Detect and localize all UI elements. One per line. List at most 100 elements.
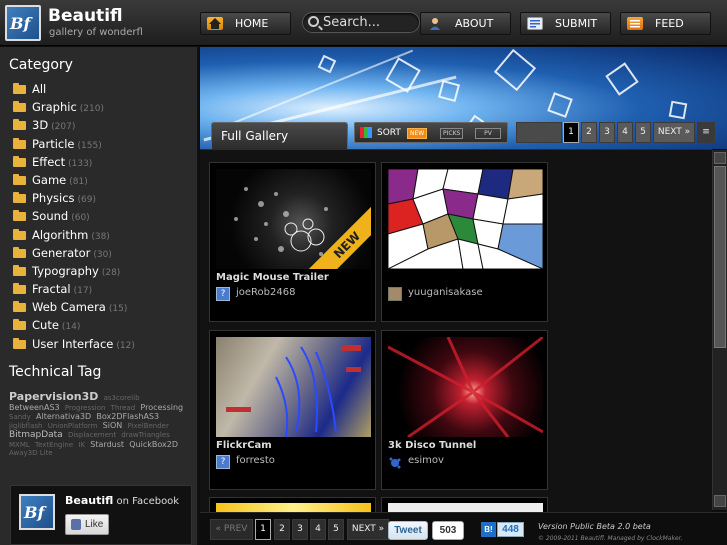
page-2-button[interactable]: 2 <box>581 122 597 143</box>
tag-link[interactable]: Processing <box>140 403 183 412</box>
submit-button[interactable]: SUBMIT <box>520 12 611 35</box>
tag-link[interactable]: TextEngine <box>35 441 73 449</box>
scroll-down-arrow[interactable] <box>714 495 726 507</box>
vertical-scrollbar[interactable] <box>712 150 727 510</box>
site-title[interactable]: Beautifl <box>48 6 123 26</box>
tag-link[interactable]: BetweenAS3 <box>9 403 60 412</box>
folder-icon <box>13 337 26 349</box>
card-thumbnail[interactable] <box>388 337 543 437</box>
gallery-card[interactable]: FlickrCam ? forresto <box>209 330 376 490</box>
hatena-bookmark-icon[interactable]: B! <box>481 522 496 537</box>
tag-link[interactable]: UnionPlatform <box>48 422 98 430</box>
tweet-button[interactable]: Tweet <box>388 521 428 540</box>
page-2-button[interactable]: 2 <box>274 519 290 540</box>
page-1-button[interactable]: 1 <box>255 519 271 540</box>
card-thumbnail[interactable] <box>388 169 543 269</box>
category-count: (15) <box>108 304 128 315</box>
tab-full-gallery[interactable]: Full Gallery <box>211 122 348 149</box>
category-item-effect[interactable]: Effect (133) <box>13 155 135 173</box>
category-item-algorithm[interactable]: Algorithm (38) <box>13 228 135 246</box>
category-item-fractal[interactable]: Fractal (17) <box>13 282 135 300</box>
page-3-button[interactable]: 3 <box>292 519 308 540</box>
tag-link[interactable]: as3corelib <box>104 394 140 402</box>
next-page-button[interactable]: NEXT » <box>653 122 695 143</box>
page-5-button[interactable]: 5 <box>328 519 344 540</box>
tag-link[interactable]: IK <box>78 441 85 449</box>
category-item-web-camera[interactable]: Web Camera (15) <box>13 300 135 318</box>
card-thumbnail[interactable]: NEW <box>216 169 371 269</box>
facebook-page-text: Beautifl on Facebook <box>65 494 179 507</box>
gallery-card[interactable]: 3k Disco Tunnel esimov <box>381 330 548 490</box>
tag-link[interactable]: Alternativa3D <box>36 412 91 421</box>
card-thumbnail[interactable] <box>216 337 371 437</box>
card-user[interactable]: joeRob2468 <box>236 287 295 298</box>
scroll-up-arrow[interactable] <box>714 152 726 164</box>
sort-picks-button[interactable]: PICKS <box>440 128 464 139</box>
banner-square <box>547 92 573 118</box>
category-item-typography[interactable]: Typography (28) <box>13 264 135 282</box>
category-item-user-interface[interactable]: User Interface (12) <box>13 337 135 355</box>
tag-link[interactable]: MXML <box>9 441 30 449</box>
about-button[interactable]: ABOUT <box>420 12 511 35</box>
tag-link[interactable]: Away3D Lite <box>9 449 53 457</box>
tag-link[interactable]: drawTriangles <box>121 431 169 439</box>
sort-new-button[interactable]: NEW <box>407 128 428 139</box>
category-item-sound[interactable]: Sound (60) <box>13 209 135 227</box>
category-item-generator[interactable]: Generator (30) <box>13 246 135 264</box>
tag-link[interactable]: Sandy <box>9 413 31 421</box>
page-4-button[interactable]: 4 <box>617 122 633 143</box>
page-5-button[interactable]: 5 <box>635 122 651 143</box>
folder-icon <box>13 101 26 113</box>
card-title[interactable]: FlickrCam <box>216 440 272 451</box>
avatar <box>388 287 402 301</box>
category-item-3d[interactable]: 3D (207) <box>13 118 135 136</box>
sort-pv-button[interactable]: PV <box>475 128 501 139</box>
next-page-button[interactable]: NEXT » <box>347 519 389 540</box>
search-box[interactable] <box>302 12 420 33</box>
category-list: All Graphic (210) 3D (207) Particle (155) E… <box>13 82 135 355</box>
category-item-particle[interactable]: Particle (155) <box>13 137 135 155</box>
category-item-game[interactable]: Game (81) <box>13 173 135 191</box>
feed-button[interactable]: FEED <box>620 12 711 35</box>
search-input[interactable] <box>323 14 417 31</box>
tag-link[interactable]: Progression <box>65 404 106 412</box>
voronoi-thumbnail-art <box>388 169 543 269</box>
scroll-thumb[interactable] <box>714 166 726 348</box>
prev-page-button[interactable]: « PREV <box>210 519 253 540</box>
tag-link[interactable]: Displacement <box>68 431 116 439</box>
category-label: Graphic <box>32 100 77 115</box>
tag-link[interactable]: PixelBender <box>128 422 169 430</box>
facebook-page-name[interactable]: Beautifl <box>65 494 113 507</box>
tag-link[interactable]: Thread <box>111 404 135 412</box>
tag-link[interactable]: BitmapData <box>9 430 63 440</box>
gallery-card[interactable]: NEW Magic Mouse Trailer ? joeRob2468 <box>209 162 376 322</box>
version-text: Version Public Beta 2.0 beta <box>538 522 651 531</box>
tag-link[interactable]: jiglibflash <box>9 422 42 430</box>
card-title[interactable]: Magic Mouse Trailer <box>216 272 329 283</box>
home-button[interactable]: HOME <box>200 12 291 35</box>
facebook-page-logo[interactable]: Bf <box>19 494 55 530</box>
category-item-graphic[interactable]: Graphic (210) <box>13 100 135 118</box>
tag-link[interactable]: Papervision3D <box>9 390 98 403</box>
menu-icon[interactable]: ≡ <box>697 122 715 143</box>
card-user[interactable]: yuuganisakase <box>408 287 483 298</box>
card-title[interactable]: 3k Disco Tunnel <box>388 440 476 451</box>
category-item-all[interactable]: All <box>13 82 135 100</box>
tag-link[interactable]: QuickBox2D <box>129 440 178 449</box>
facebook-like-button[interactable]: Like <box>65 514 109 535</box>
tag-link[interactable]: Box2DFlashAS3 <box>96 412 159 421</box>
category-item-cute[interactable]: Cute (14) <box>13 318 135 336</box>
page-4-button[interactable]: 4 <box>310 519 326 540</box>
card-user[interactable]: esimov <box>408 455 444 466</box>
tag-link[interactable]: Stardust <box>90 440 124 449</box>
tag-link[interactable]: SiON <box>103 421 123 430</box>
page-3-button[interactable]: 3 <box>599 122 615 143</box>
category-item-physics[interactable]: Physics (69) <box>13 191 135 209</box>
site-logo[interactable]: Bf <box>5 5 41 41</box>
folder-icon <box>13 301 26 313</box>
facebook-box: Bf Beautifl on Facebook Like <box>10 485 192 545</box>
page-1-button[interactable]: 1 <box>563 122 579 143</box>
card-user[interactable]: forresto <box>236 455 275 466</box>
gallery-card[interactable]: yuuganisakase <box>381 162 548 322</box>
home-icon <box>207 17 223 30</box>
